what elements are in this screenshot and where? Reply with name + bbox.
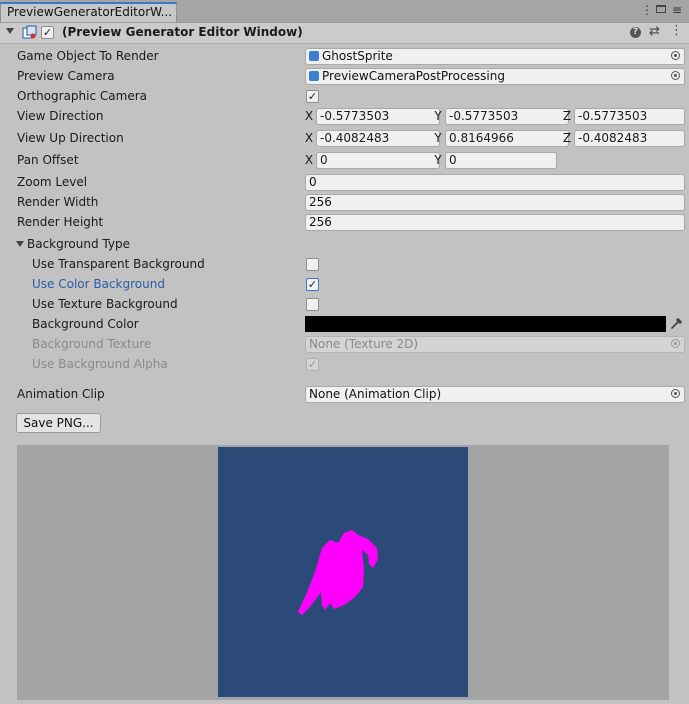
foldout-icon[interactable] xyxy=(6,28,14,34)
view-up-y[interactable]: 0.8164966 xyxy=(445,130,569,147)
axis-z-label: Z xyxy=(562,109,572,123)
save-png-button[interactable]: Save PNG... xyxy=(16,413,101,433)
more-vertical-icon-component[interactable]: ⋮ xyxy=(670,23,683,38)
preview-image xyxy=(218,447,468,697)
label-render-width: Render Width xyxy=(17,195,99,209)
help-icon[interactable]: ? xyxy=(630,27,641,38)
eyedropper-icon[interactable] xyxy=(669,317,683,331)
object-picker-icon xyxy=(671,339,680,348)
preview-camera-value: PreviewCameraPostProcessing xyxy=(322,69,505,83)
label-background-alpha: Use Background Alpha xyxy=(32,357,168,371)
ghost-sprite-preview xyxy=(298,530,378,615)
axis-x-label: X xyxy=(304,109,314,123)
label-zoom-level: Zoom Level xyxy=(17,175,88,189)
label-view-direction: View Direction xyxy=(17,109,104,123)
gameobject-icon xyxy=(309,71,319,81)
more-vertical-icon[interactable]: ⋮ xyxy=(641,3,653,17)
label-background-color: Background Color xyxy=(32,317,139,331)
background-texture-field: None (Texture 2D) xyxy=(305,336,685,353)
label-game-object: Game Object To Render xyxy=(17,49,159,63)
texture-bg-checkbox[interactable] xyxy=(306,298,319,311)
animation-clip-field[interactable]: None (Animation Clip) xyxy=(305,386,685,403)
label-animation-clip: Animation Clip xyxy=(17,387,105,401)
render-height-field[interactable]: 256 xyxy=(305,214,685,231)
tab-window[interactable]: PreviewGeneratorEditorW... xyxy=(0,2,177,22)
axis-y-label: Y xyxy=(434,109,442,123)
transparent-bg-checkbox[interactable] xyxy=(306,258,319,271)
axis-y-label: Y xyxy=(434,153,442,167)
view-direction-z[interactable]: -0.5773503 xyxy=(574,108,685,125)
component-enabled-toggle[interactable]: ✓ xyxy=(41,26,54,39)
view-up-z[interactable]: -0.4082483 xyxy=(574,130,685,147)
component-title: (Preview Generator Editor Window) xyxy=(62,25,303,39)
label-view-up: View Up Direction xyxy=(17,131,124,145)
label-pan-offset: Pan Offset xyxy=(17,153,79,167)
axis-y-label: Y xyxy=(434,131,442,145)
label-background-texture: Background Texture xyxy=(32,337,152,351)
game-object-field[interactable]: GhostSprite xyxy=(305,48,685,65)
orthographic-checkbox[interactable]: ✓ xyxy=(306,90,319,103)
render-width-field[interactable]: 256 xyxy=(305,194,685,211)
game-object-value: GhostSprite xyxy=(322,49,393,63)
view-direction-y[interactable]: -0.5773503 xyxy=(445,108,569,125)
background-texture-value: None (Texture 2D) xyxy=(309,337,419,351)
label-render-height: Render Height xyxy=(17,215,104,229)
axis-x-label: X xyxy=(304,131,314,145)
background-alpha-checkbox: ✓ xyxy=(306,358,319,371)
foldout-icon[interactable] xyxy=(16,241,24,247)
animation-clip-value: None (Animation Clip) xyxy=(309,387,442,401)
preset-icon[interactable]: ⇄ xyxy=(649,24,660,39)
label-texture-bg: Use Texture Background xyxy=(32,297,178,311)
axis-z-label: Z xyxy=(562,131,572,145)
color-bg-checkbox[interactable]: ✓ xyxy=(306,278,319,291)
label-color-bg: Use Color Background xyxy=(32,277,165,291)
preview-camera-field[interactable]: PreviewCameraPostProcessing xyxy=(305,68,685,85)
pan-offset-y[interactable]: 0 xyxy=(445,152,557,169)
object-picker-icon[interactable] xyxy=(671,389,680,398)
object-picker-icon[interactable] xyxy=(671,71,680,80)
background-type-foldout[interactable]: Background Type xyxy=(27,235,130,253)
zoom-level-field[interactable]: 0 xyxy=(305,174,685,191)
label-preview-camera: Preview Camera xyxy=(17,69,115,83)
label-transparent-bg: Use Transparent Background xyxy=(32,257,205,271)
view-up-x[interactable]: -0.4082483 xyxy=(316,130,440,147)
pan-offset-x[interactable]: 0 xyxy=(316,152,440,169)
menu-icon[interactable]: ≡ xyxy=(672,3,682,17)
background-color-swatch[interactable] xyxy=(305,316,666,332)
object-picker-icon[interactable] xyxy=(671,51,680,60)
script-icon xyxy=(22,25,37,39)
label-orthographic: Orthographic Camera xyxy=(17,89,147,103)
maximize-icon[interactable] xyxy=(656,5,666,13)
gameobject-icon xyxy=(309,51,319,61)
view-direction-x[interactable]: -0.5773503 xyxy=(316,108,440,125)
axis-x-label: X xyxy=(304,153,314,167)
